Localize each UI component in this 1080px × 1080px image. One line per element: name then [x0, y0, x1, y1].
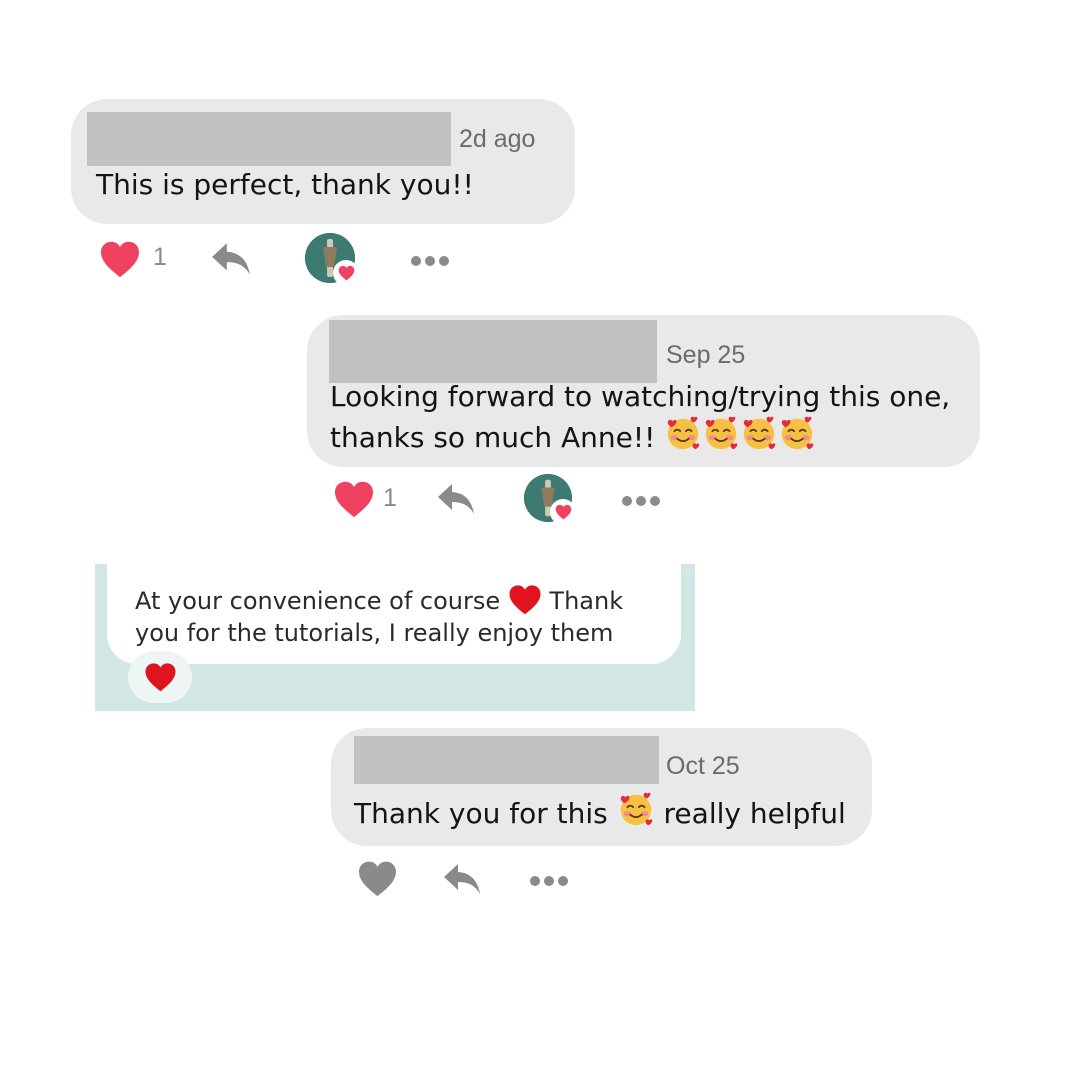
message-line-2: you for the tutorials, I really enjoy th… — [135, 619, 614, 647]
reply-icon[interactable] — [210, 241, 252, 277]
creator-heart-badge — [333, 260, 359, 286]
smiling-face-with-hearts-icon — [617, 790, 655, 828]
redacted-username — [354, 736, 659, 784]
creator-avatar — [524, 474, 576, 525]
creator-avatar — [305, 233, 359, 286]
smiling-face-with-hearts-icon — [740, 414, 778, 452]
message-line-1: At your convenience of course Thank — [135, 584, 623, 617]
like-count: 1 — [153, 243, 167, 271]
red-heart-icon — [144, 662, 177, 692]
more-options-icon[interactable] — [410, 252, 450, 266]
comment-text: This is perfect, thank you!! — [96, 168, 474, 201]
reply-icon[interactable] — [436, 482, 476, 516]
comment-timestamp: 2d ago — [459, 125, 536, 153]
message-reaction[interactable] — [128, 651, 192, 703]
more-options-icon[interactable] — [529, 872, 569, 886]
comment-timestamp: Sep 25 — [666, 341, 746, 369]
comment-timestamp: Oct 25 — [666, 752, 740, 780]
comment-actions: 1 — [333, 474, 693, 525]
redacted-username — [329, 320, 657, 383]
comment-text-line-2: thanks so much Anne!! — [330, 414, 816, 455]
comment-bubble: 2d ago This is perfect, thank you!! — [71, 99, 575, 224]
like-heart-icon[interactable] — [99, 240, 141, 278]
direct-message-panel: At your convenience of course Thank you … — [95, 564, 695, 711]
comment-text: thanks so much Anne!! — [330, 421, 656, 454]
like-count: 1 — [383, 484, 397, 512]
comment-text-line-1: Looking forward to watching/trying this … — [330, 380, 951, 413]
more-options-icon[interactable] — [621, 492, 661, 506]
like-heart-icon[interactable] — [357, 860, 398, 897]
comment-bubble: Sep 25 Looking forward to watching/tryin… — [307, 315, 980, 467]
smiling-face-with-hearts-icon — [702, 414, 740, 452]
red-heart-icon — [508, 584, 542, 615]
comment-bubble: Oct 25 Thank you for this really helpful — [331, 728, 872, 846]
comment-text: Thank you for this really helpful — [354, 790, 846, 831]
reply-icon[interactable] — [442, 862, 482, 896]
creator-heart-badge — [550, 499, 576, 525]
smiling-face-with-hearts-icon — [778, 414, 816, 452]
smiling-face-with-hearts-icon — [664, 414, 702, 452]
redacted-username — [87, 112, 451, 166]
like-heart-icon[interactable] — [333, 480, 375, 518]
message-text: At your convenience of course Thank you … — [135, 584, 623, 649]
comment-actions: 1 — [99, 233, 459, 286]
comment-actions — [357, 853, 597, 903]
